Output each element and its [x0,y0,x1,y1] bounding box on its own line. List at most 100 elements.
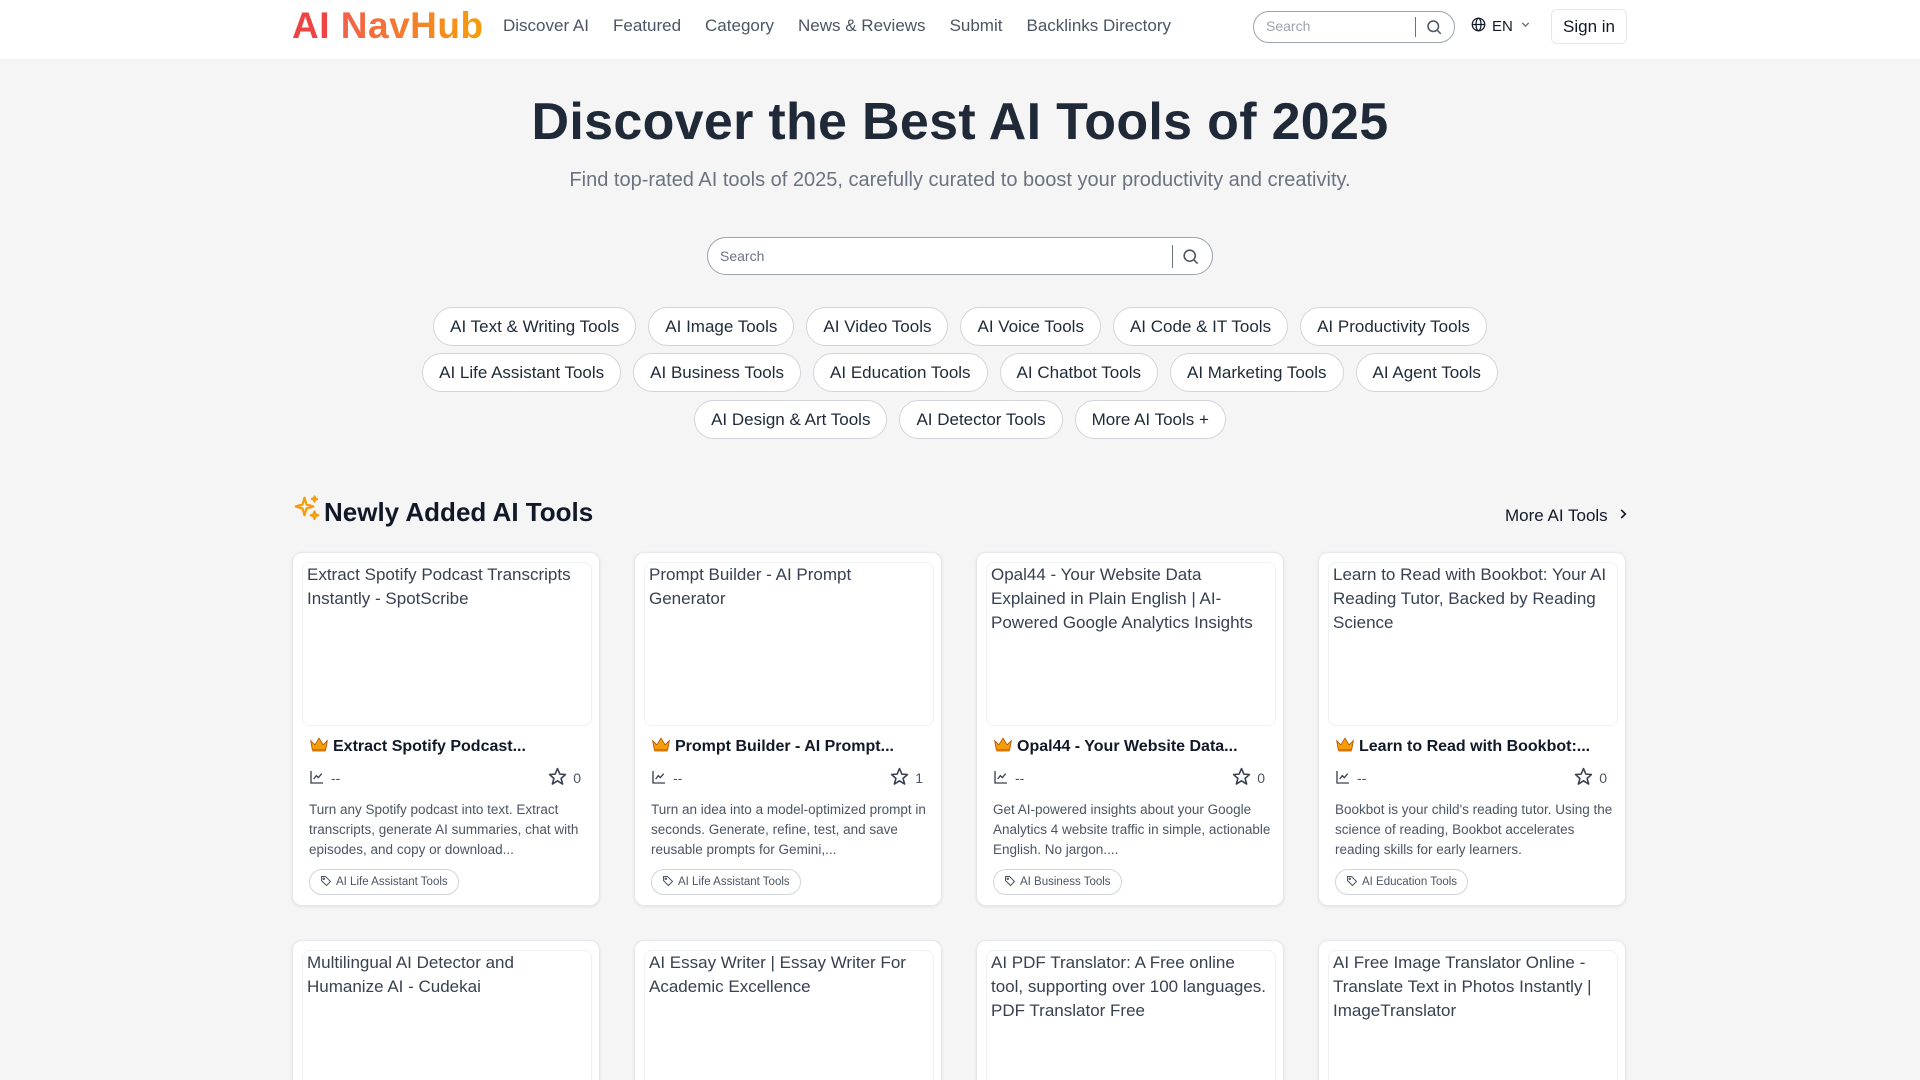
chevron-down-icon [1519,18,1532,35]
tool-name[interactable]: Opal44 - Your Website Data... [993,735,1269,758]
category-chip[interactable]: AI Life Assistant Tools [422,353,622,392]
tool-stats: -- 0 [1335,767,1607,789]
tool-stats: -- 1 [651,767,923,789]
tool-category-tag[interactable]: AI Life Assistant Tools [309,869,459,895]
tool-image-alt[interactable]: Multilingual AI Detector and Humanize AI… [302,950,592,1080]
search-icon[interactable] [1425,18,1443,41]
tool-card[interactable]: AI Free Image Translator Online - Transl… [1318,940,1626,1080]
crown-icon [1335,735,1355,758]
trend-chart-icon [1335,769,1351,788]
traffic-value: -- [673,770,683,786]
tool-stats: -- 0 [993,767,1265,789]
tool-card[interactable]: AI Essay Writer | Essay Writer For Acade… [634,940,942,1080]
star-count: 0 [1599,770,1607,786]
tool-category-tag[interactable]: AI Life Assistant Tools [651,869,801,895]
category-chip[interactable]: AI Video Tools [806,307,949,346]
category-chip[interactable]: AI Text & Writing Tools [433,307,637,346]
nav-featured[interactable]: Featured [613,16,681,36]
tool-category-tag[interactable]: AI Business Tools [993,869,1122,895]
tool-image-alt[interactable]: AI PDF Translator: A Free online tool, s… [986,950,1276,1080]
trend-chart-icon [993,769,1009,788]
tool-name[interactable]: Prompt Builder - AI Prompt... [651,735,927,758]
star-icon [1232,767,1251,789]
tool-description: Get AI-powered insights about your Googl… [993,802,1271,857]
search-icon[interactable] [1181,247,1200,271]
header-search [1253,11,1455,43]
star-rating[interactable]: 0 [1232,767,1265,789]
globe-icon [1471,17,1486,36]
trend-chart-icon [651,769,667,788]
tool-card[interactable]: Extract Spotify Podcast Transcripts Inst… [292,552,600,906]
category-chip[interactable]: AI Education Tools [813,353,988,392]
tool-image-alt[interactable]: Opal44 - Your Website Data Explained in … [986,562,1276,726]
nav-submit[interactable]: Submit [950,16,1003,36]
tool-card[interactable]: Prompt Builder - AI Prompt Generator Pro… [634,552,942,906]
tool-name-text: Prompt Builder - AI Prompt... [675,737,894,755]
category-chip[interactable]: AI Image Tools [648,307,795,346]
traffic-stat: -- [309,769,340,788]
trend-chart-icon [309,769,325,788]
category-chip[interactable]: AI Agent Tools [1355,353,1498,392]
category-chip[interactable]: AI Business Tools [633,353,802,392]
tag-icon [1346,875,1358,890]
nav-category[interactable]: Category [705,16,774,36]
more-ai-tools-link[interactable]: More AI Tools [1505,506,1630,526]
more-ai-tools-label: More AI Tools [1505,506,1608,525]
tool-description: Turn any Spotify podcast into text. Extr… [309,802,579,857]
tool-image-alt[interactable]: AI Essay Writer | Essay Writer For Acade… [644,950,934,1080]
hero-search-input[interactable] [720,248,1160,264]
star-count: 0 [1257,770,1265,786]
category-row-2: AI Life Assistant Tools AI Business Tool… [0,353,1920,392]
tool-name-text: Extract Spotify Podcast... [333,737,526,755]
tool-image-alt[interactable]: Extract Spotify Podcast Transcripts Inst… [302,562,592,726]
tool-image-alt[interactable]: AI Free Image Translator Online - Transl… [1328,950,1618,1080]
tool-card[interactable]: AI PDF Translator: A Free online tool, s… [976,940,1284,1080]
traffic-stat: -- [993,769,1024,788]
site-logo[interactable]: AI NavHub [292,6,484,46]
star-icon [548,767,567,789]
tool-name[interactable]: Learn to Read with Bookbot:... [1335,735,1611,758]
category-chip[interactable]: AI Chatbot Tools [999,353,1158,392]
main-nav: Discover AI Featured Category News & Rev… [503,16,1171,36]
header-search-input[interactable] [1266,18,1416,34]
category-chip[interactable]: AI Productivity Tools [1300,307,1487,346]
tag-icon [320,875,332,890]
traffic-value: -- [1357,770,1367,786]
star-icon [890,767,909,789]
tool-card[interactable]: Opal44 - Your Website Data Explained in … [976,552,1284,906]
star-rating[interactable]: 1 [890,767,923,789]
star-rating[interactable]: 0 [1574,767,1607,789]
tag-label: AI Business Tools [1020,876,1111,888]
nav-backlinks-directory[interactable]: Backlinks Directory [1026,16,1171,36]
star-rating[interactable]: 0 [548,767,581,789]
crown-icon [993,735,1013,758]
tag-label: AI Education Tools [1362,876,1458,888]
tool-description: Turn an idea into a model-optimized prom… [651,802,926,857]
tool-card[interactable]: Learn to Read with Bookbot: Your AI Read… [1318,552,1626,906]
more-categories-chip[interactable]: More AI Tools + [1074,400,1226,439]
category-row-3: AI Design & Art Tools AI Detector Tools … [0,400,1920,439]
page-subtitle: Find top-rated AI tools of 2025, careful… [569,169,1351,191]
section-header: Newly Added AI Tools [292,494,593,531]
tool-image-alt[interactable]: Prompt Builder - AI Prompt Generator [644,562,934,726]
category-chip[interactable]: AI Marketing Tools [1169,353,1344,392]
category-chip[interactable]: AI Code & IT Tools [1112,307,1289,346]
sign-in-button[interactable]: Sign in [1551,9,1627,44]
star-icon [1574,767,1593,789]
nav-news-reviews[interactable]: News & Reviews [798,16,926,36]
language-selector[interactable]: EN [1471,17,1532,36]
tool-card[interactable]: Multilingual AI Detector and Humanize AI… [292,940,600,1080]
category-chip[interactable]: AI Detector Tools [899,400,1063,439]
tag-icon [1004,875,1016,890]
chevron-right-icon [1616,506,1630,526]
page-title: Discover the Best AI Tools of 2025 [531,93,1389,151]
nav-discover-ai[interactable]: Discover AI [503,16,589,36]
top-header: AI NavHub Discover AI Featured Category … [0,0,1920,59]
tool-image-alt[interactable]: Learn to Read with Bookbot: Your AI Read… [1328,562,1618,726]
tool-name[interactable]: Extract Spotify Podcast... [309,735,585,758]
traffic-value: -- [1015,770,1025,786]
category-chip[interactable]: AI Voice Tools [960,307,1101,346]
tag-label: AI Life Assistant Tools [678,876,790,888]
tool-category-tag[interactable]: AI Education Tools [1335,869,1469,895]
category-chip[interactable]: AI Design & Art Tools [694,400,888,439]
